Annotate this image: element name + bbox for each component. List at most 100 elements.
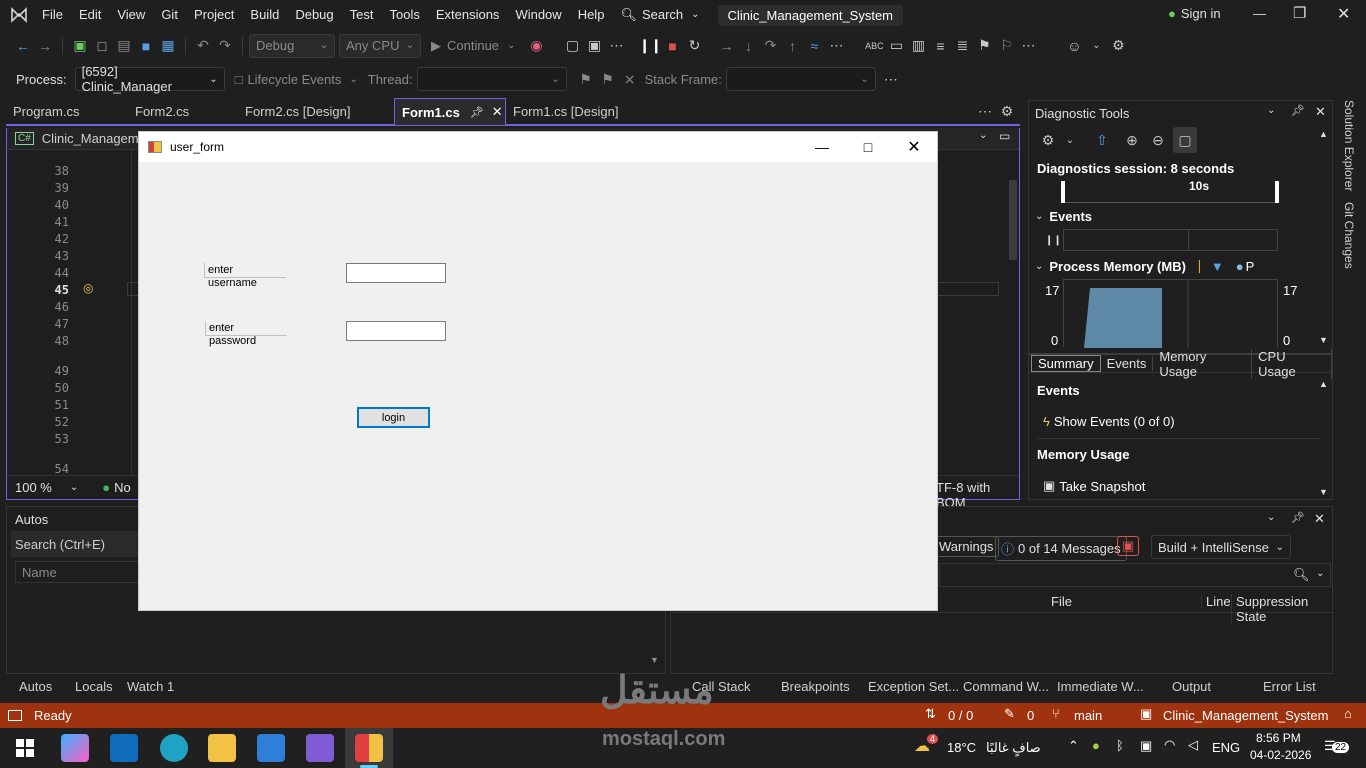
flag-threads-icon[interactable]: ⚑ [597,68,619,90]
forward-icon[interactable]: → [34,35,56,57]
winforms-app-icon[interactable] [355,734,383,762]
undo-icon[interactable]: ↶ [192,35,214,57]
tab-immediate-window[interactable]: Immediate W... [1057,679,1144,694]
windows-start-icon[interactable] [16,739,34,760]
wifi-icon[interactable]: ◠ [1164,737,1175,753]
redo-icon[interactable]: ↷ [214,35,236,57]
tray-app-icon[interactable]: ● [1092,738,1100,753]
weather-temp[interactable]: 18°C [947,740,976,755]
chevron-down-icon[interactable]: ⌄ [979,130,987,141]
menu-test[interactable]: Test [342,0,382,30]
live-share-icon[interactable]: ☺ [1063,35,1085,57]
project-nav-dropdown[interactable]: Clinic_Managemer [42,131,150,146]
settings-icon[interactable]: ⚙ [996,101,1018,123]
menu-window[interactable]: Window [507,0,569,30]
zoom-dropdown[interactable]: 100 % ⌄ [15,480,78,495]
subtab-cpu-usage[interactable]: CPU Usage [1252,348,1332,379]
close-tab-icon[interactable]: ✕ [492,104,503,120]
warnings-filter-button[interactable]: Warnings [933,536,1000,557]
autos-scrollbar[interactable]: ▼ [649,607,661,671]
tab-form1-cs[interactable]: Form1.cs 📌︎ ✕ [394,98,506,125]
settings-icon[interactable]: ⚙ [1037,129,1059,151]
restart-icon[interactable]: ↻ [683,35,705,57]
stack-icon[interactable]: ⨯ [619,68,641,90]
back-icon[interactable]: ← [12,35,34,57]
subtab-events[interactable]: Events [1101,356,1154,371]
changes-status[interactable]: 0 [1027,708,1034,723]
save-all-icon[interactable]: ▦ [157,35,179,57]
stack-frame-dropdown[interactable]: ⌄ [725,67,876,91]
language-indicator[interactable]: ENG [1212,740,1240,755]
reset-zoom-icon[interactable]: ▢ [1173,127,1197,153]
col-line[interactable]: Line [1201,594,1231,609]
tab-form1-design[interactable]: Form1.cs [Design] [506,98,636,125]
lifecycle-events-dropdown[interactable]: □ Lifecycle Events ⌄ [235,72,358,87]
chevron-down-icon[interactable]: ⌄ [1267,105,1275,116]
chevron-down-icon[interactable]: ⌄ [1059,129,1081,151]
show-next-statement-icon[interactable]: → [715,35,737,57]
spell-check-icon[interactable]: ABC [863,35,885,57]
scroll-up-icon[interactable]: ▲ [1319,129,1328,139]
pin-icon[interactable]: 📌︎ [470,106,484,119]
speaker-icon[interactable]: ◁ [1188,737,1198,753]
filter-icon[interactable]: ▣ [1117,536,1140,556]
overflow-icon[interactable]: ⋯ [605,35,627,57]
open-file-icon[interactable]: □ [91,35,113,57]
solution-explorer-tab[interactable]: Solution Explorer [1342,100,1356,191]
process-memory-header[interactable]: ⌄ Process Memory (MB) ❘ ▼ ● P [1035,258,1254,274]
menu-tools[interactable]: Tools [381,0,427,30]
step-over-icon[interactable]: ↷ [759,35,781,57]
flag-icon[interactable]: ⚑ [575,68,597,90]
menu-git[interactable]: Git [153,0,186,30]
close-icon[interactable]: ✕ [1315,104,1326,120]
export-icon[interactable]: ⇧ [1091,129,1113,151]
menu-help[interactable]: Help [570,0,613,30]
col-file[interactable]: File [1051,594,1072,609]
chevron-down-icon[interactable]: ⌄ [1085,35,1107,57]
split-icon[interactable]: ▭ [999,129,1010,143]
tab-form2-design[interactable]: Form2.cs [Design] [238,98,394,125]
chevron-down-icon[interactable]: ⌄ [1316,568,1324,579]
close-icon[interactable]: ✕ [1337,4,1350,24]
indent-icon[interactable]: ≡ [929,35,951,57]
visual-studio-taskbar-icon[interactable] [306,734,334,762]
scroll-down-icon[interactable]: ▼ [1319,487,1328,497]
outlook-icon[interactable] [110,734,138,762]
step-into-icon[interactable]: ↓ [737,35,759,57]
search-icon[interactable]: 🔍︎ [1293,567,1310,583]
bluetooth-icon[interactable]: ᛒ [1116,738,1124,753]
chevron-down-icon[interactable]: ⌄ [1267,512,1275,523]
commits-status[interactable]: 0 / 0 [948,708,973,723]
menu-file[interactable]: File [34,0,71,30]
zoom-out-icon[interactable]: ⊖ [1147,129,1169,151]
diagnostics-icon[interactable]: ≈ [803,35,825,57]
col-suppression[interactable]: Suppression State [1231,594,1332,624]
form-maximize-button[interactable]: □ [845,132,891,162]
overflow-icon[interactable]: ⋯ [880,68,902,90]
overflow-icon[interactable]: ⋯ [1017,35,1039,57]
username-input[interactable] [346,263,446,283]
store-icon[interactable] [257,734,285,762]
pause-icon[interactable]: ❙❙ [1045,235,1062,246]
bookmark-window-icon[interactable]: ▥ [907,35,929,57]
stop-icon[interactable]: ■ [661,35,683,57]
timeline-start-handle[interactable] [1061,181,1065,203]
menu-debug[interactable]: Debug [287,0,341,30]
subtab-memory-usage[interactable]: Memory Usage [1153,348,1253,379]
subtab-summary[interactable]: Summary [1031,355,1101,372]
password-input[interactable] [346,321,446,341]
settings-icon[interactable]: ⚙ [1107,35,1129,57]
git-changes-tab[interactable]: Git Changes [1342,202,1356,269]
build-scope-dropdown[interactable]: Build + IntelliSense ⌄ [1151,535,1291,559]
thread-dropdown[interactable]: ⌄ [416,67,567,91]
scroll-up-icon[interactable]: ▲ [1319,379,1328,389]
tab-output[interactable]: Output [1172,679,1211,694]
menu-extensions[interactable]: Extensions [428,0,508,30]
show-events-link[interactable]: ϟ Show Events (0 of 0) [1043,414,1175,429]
hot-reload-icon[interactable]: ◉ [525,35,547,57]
find-in-files-icon[interactable]: ▢ [561,35,583,57]
clock-date[interactable]: 04-02-2026 [1250,748,1311,762]
comment-icon[interactable]: ▭ [885,35,907,57]
overflow-icon[interactable]: ⋯ [974,101,996,123]
tab-watch-1[interactable]: Watch 1 [127,679,174,694]
